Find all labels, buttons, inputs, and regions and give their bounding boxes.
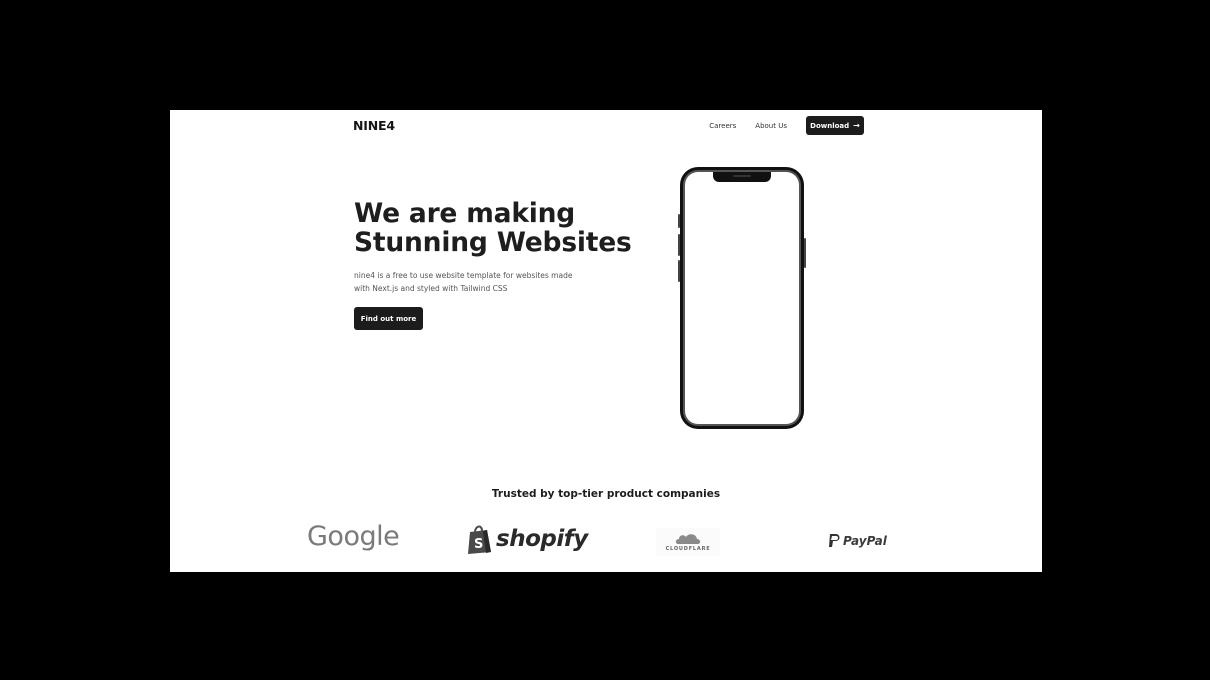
- google-logo-text: Google: [307, 521, 400, 552]
- landing-page: NINE4 Careers About Us Download → We are…: [170, 110, 1042, 572]
- trusted-by-heading: Trusted by top-tier product companies: [491, 488, 721, 500]
- hero-description-line-1: nine4 is a free to use website template …: [354, 271, 573, 280]
- cloudflare-logo-text: CLOUDFLARE: [665, 546, 711, 552]
- download-button[interactable]: Download →: [806, 116, 864, 135]
- hero-headline: We are making Stunning Websites: [354, 199, 632, 257]
- svg-text:S: S: [474, 537, 483, 552]
- cloudflare-logo: CLOUDFLARE: [656, 528, 720, 556]
- find-out-more-label: Find out more: [360, 314, 417, 323]
- nav-link-about-us[interactable]: About Us: [755, 122, 787, 130]
- hero-description-line-2: with Next.js and styled with Tailwind CS…: [354, 284, 508, 293]
- shopify-logo: S shopify: [467, 524, 588, 554]
- download-button-label: Download: [810, 121, 850, 130]
- top-nav: Careers About Us Download →: [709, 116, 864, 135]
- arrow-right-icon: →: [853, 121, 860, 130]
- site-logo[interactable]: NINE4: [353, 118, 395, 133]
- paypal-logo-text: PayPal: [843, 533, 887, 548]
- shopify-logo-text: shopify: [496, 526, 588, 552]
- hero-headline-line-2: Stunning Websites: [354, 227, 632, 258]
- paypal-p-icon: [829, 534, 840, 547]
- hero-description: nine4 is a free to use website template …: [354, 269, 594, 295]
- find-out-more-button[interactable]: Find out more: [354, 307, 423, 330]
- google-logo: Google: [307, 521, 400, 552]
- nav-link-careers[interactable]: Careers: [709, 122, 736, 130]
- cloudflare-cloud-icon: [675, 534, 701, 544]
- smartphone-mockup-icon: [678, 167, 806, 429]
- hero-headline-line-1: We are making: [354, 198, 576, 229]
- paypal-logo: PayPal: [828, 533, 887, 548]
- shopify-bag-icon: S: [468, 525, 491, 554]
